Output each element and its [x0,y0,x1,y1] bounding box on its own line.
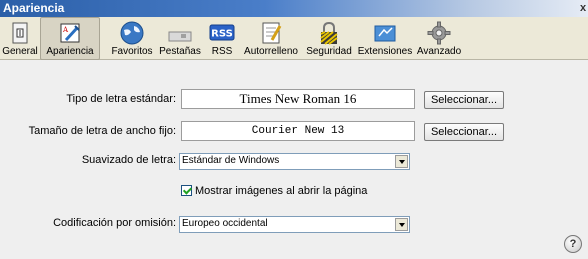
tab-label: Pestañas [159,46,201,57]
tab-label: Seguridad [306,46,352,57]
show-images-checkbox[interactable] [181,185,192,196]
close-button[interactable]: x [578,1,588,15]
extensions-icon [374,25,396,42]
help-icon[interactable]: ? [564,235,582,253]
tabs-icon [168,31,192,42]
tab-label: Favoritos [111,46,153,57]
tab-appearance[interactable]: A Apariencia [40,17,100,60]
smoothing-value: Estándar de Windows [182,155,280,166]
tab-advanced[interactable]: Avanzado [416,18,462,58]
tab-tabs[interactable]: Pestañas [158,18,202,58]
encoding-label: Codificación por omisión: [53,217,176,229]
standard-font-label: Tipo de letra estándar: [66,93,176,105]
tab-label: Autorrelleno [244,46,298,57]
appearance-icon: A [60,23,80,43]
select-standard-font-button[interactable]: Seleccionar... [424,91,504,109]
gear-icon [427,21,451,45]
preferences-toolbar: General A Apariencia Favoritos Pestañas … [0,17,588,60]
tab-autofill[interactable]: Autorrelleno [242,18,300,58]
svg-text:A: A [62,26,69,34]
general-icon [12,22,28,44]
fixed-font-label: Tamaño de letra de ancho fijo: [28,125,176,137]
appearance-panel: Tipo de letra estándar: Times New Roman … [0,60,588,259]
select-fixed-font-button[interactable]: Seleccionar... [424,123,504,141]
favorites-globe-icon [120,21,144,45]
rss-badge-text: RSS [211,29,233,40]
encoding-value: Europeo occidental [182,218,268,229]
tab-favorites[interactable]: Favoritos [108,18,156,58]
chevron-down-icon[interactable] [395,155,408,168]
autofill-icon [262,22,282,44]
tab-label: General [2,46,38,57]
smoothing-label: Suavizado de letra: [81,154,176,166]
lock-icon [320,21,338,45]
tab-security[interactable]: Seguridad [304,18,354,58]
tab-label: Avanzado [416,46,462,57]
tab-rss[interactable]: RSS RSS [206,18,238,58]
window-title: Apariencia [3,1,65,15]
rss-icon: RSS [209,24,235,41]
tab-extensions[interactable]: Extensiones [356,18,414,58]
show-images-label[interactable]: Mostrar imágenes al abrir la página [195,185,367,197]
tab-label: Apariencia [46,46,94,57]
tab-label: Extensiones [357,46,413,57]
smoothing-select[interactable]: Estándar de Windows [179,153,410,170]
preferences-window: Apariencia x General A Apariencia Favori… [0,0,588,259]
encoding-select[interactable]: Europeo occidental [179,216,410,233]
tab-general[interactable]: General [2,18,38,58]
fixed-font-display: Courier New 13 [181,121,415,141]
chevron-down-icon[interactable] [395,218,408,231]
standard-font-display: Times New Roman 16 [181,89,415,109]
tab-label: RSS [211,46,233,57]
title-bar: Apariencia x [0,0,588,17]
